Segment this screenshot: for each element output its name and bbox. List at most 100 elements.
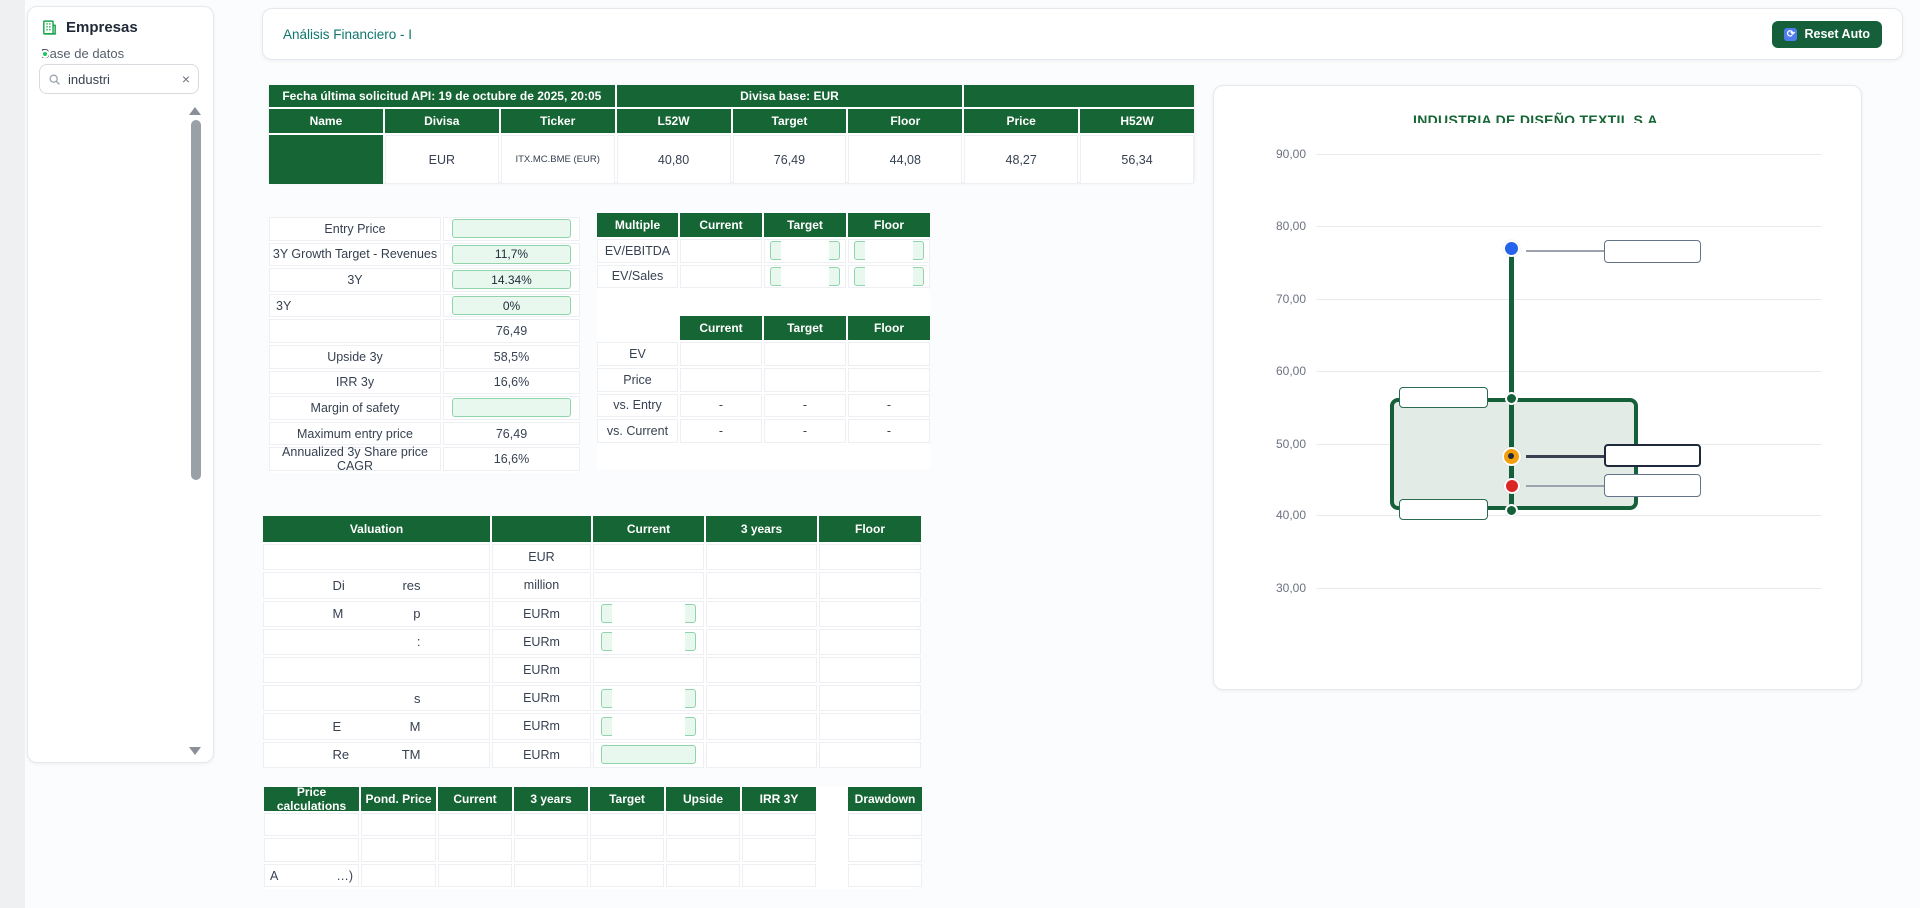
l52w-point[interactable]: [1505, 504, 1518, 517]
gridline: [1316, 515, 1821, 516]
scroll-down-icon[interactable]: [189, 747, 201, 755]
api-date-header: Fecha última solicitud API: 19 de octubr…: [269, 85, 615, 107]
multiples-header2: Floor: [848, 316, 930, 340]
multiples-table: Multiple Current Target Floor EV/EBITDA …: [597, 213, 928, 470]
target-point[interactable]: [1503, 240, 1520, 257]
gridline: [1316, 371, 1821, 372]
company-search[interactable]: ×: [39, 64, 199, 94]
valuation-row-label-masked: Dires: [263, 572, 490, 598]
ev-row-label: EV: [597, 342, 678, 366]
l52w-label-box[interactable]: [1399, 499, 1488, 520]
quote-target: 76,49: [733, 135, 847, 184]
irr-3y-value: 16,6%: [443, 371, 580, 395]
target-label-box[interactable]: [1604, 240, 1701, 263]
ev-sales-floor-input[interactable]: [854, 267, 924, 286]
price-label-box-selected[interactable]: [1604, 444, 1701, 467]
quote-table: Fecha última solicitud API: 19 de octubr…: [269, 85, 1194, 182]
database-status: Base de datos: [28, 36, 213, 61]
valuation-current-header: Current: [593, 516, 704, 542]
base-currency-header: Divisa base: EUR: [617, 85, 963, 107]
floor-label-box[interactable]: [1604, 474, 1701, 497]
scroll-up-icon[interactable]: [189, 107, 201, 115]
y-tick: 60,00: [1254, 364, 1306, 378]
unit-label: EURm: [492, 601, 591, 627]
unit-label: EURm: [492, 713, 591, 739]
quote-ticker: ITX.MC.BME (EUR): [501, 135, 615, 184]
assumption-label: Maximum entry price: [269, 422, 441, 446]
ev-sales-label: EV/Sales: [597, 265, 678, 289]
current-price-point[interactable]: [1502, 447, 1521, 466]
unit-label: EUR: [492, 544, 591, 570]
valuation-row-label-masked: EM: [263, 713, 490, 739]
floor-connector-line: [1526, 485, 1604, 487]
upside-3y-value: 58,5%: [443, 345, 580, 369]
col-header-h52w: H52W: [1080, 109, 1194, 133]
assumption-label: Margin of safety: [269, 396, 441, 420]
col-header-ticker: Ticker: [501, 109, 615, 133]
valuation-row-label-masked: s: [263, 685, 490, 711]
col-header-price: Price: [964, 109, 1078, 133]
valuation-revenues-input[interactable]: [601, 745, 697, 764]
pc-row-label-masked: A…): [264, 864, 359, 888]
assumption-label: Upside 3y: [269, 345, 441, 369]
ev-ebitda-floor-input[interactable]: [854, 241, 924, 260]
y-tick: 70,00: [1254, 292, 1306, 306]
target-price-value: 76,49: [443, 319, 580, 343]
y-tick: 90,00: [1254, 147, 1306, 161]
pc-header-drawdown: Drawdown: [848, 787, 922, 811]
valuation-current-input[interactable]: [601, 717, 697, 736]
pc-header: IRR 3Y: [742, 787, 816, 811]
valuation-current-input[interactable]: [601, 689, 697, 708]
assumption-label: IRR 3y: [269, 371, 441, 395]
search-input[interactable]: [68, 72, 175, 87]
ev-ebitda-target-input[interactable]: [770, 241, 840, 260]
valuation-current-input[interactable]: [601, 604, 697, 623]
gridline: [1316, 588, 1821, 589]
ev-sales-target-input[interactable]: [770, 267, 840, 286]
ev-ebitda-label: EV/EBITDA: [597, 239, 678, 263]
meta-right-header: [964, 85, 1194, 107]
unit-label: EURm: [492, 629, 591, 655]
assumption-label: 3Y: [269, 268, 441, 292]
margin-3y-input[interactable]: 14.34%: [452, 270, 571, 289]
quote-l52w: 40,80: [617, 135, 731, 184]
multiples-header2: [597, 316, 678, 340]
growth-target-input[interactable]: 11,7%: [452, 245, 571, 264]
pc-header: Current: [438, 787, 512, 811]
margin-of-safety-input[interactable]: [452, 398, 571, 417]
multiples-header: Floor: [848, 213, 930, 237]
valuation-3years-header: 3 years: [706, 516, 817, 542]
valuation-current-input[interactable]: [601, 632, 697, 651]
rate-3y-input[interactable]: 0%: [452, 296, 571, 315]
page-topbar: Análisis Financiero - I ⟳ Reset Auto: [262, 8, 1903, 60]
clear-search-icon[interactable]: ×: [182, 72, 190, 86]
price-connector-line: [1526, 455, 1604, 458]
quote-price: 48,27: [964, 135, 1078, 184]
refresh-icon: ⟳: [1784, 28, 1797, 41]
quote-floor: 44,08: [848, 135, 962, 184]
y-tick: 40,00: [1254, 508, 1306, 522]
h52w-label-box[interactable]: [1399, 387, 1488, 408]
col-header-divisa: Divisa: [385, 109, 499, 133]
reset-auto-button[interactable]: ⟳ Reset Auto: [1772, 21, 1882, 48]
database-label: Base de datos: [41, 46, 124, 61]
floor-point[interactable]: [1504, 478, 1520, 494]
pc-header: Target: [590, 787, 664, 811]
unit-label: EURm: [492, 742, 591, 768]
vs-entry-label: vs. Entry: [597, 394, 678, 418]
unit-label: million: [492, 572, 591, 598]
building-icon: [41, 19, 58, 36]
assumption-label: 3Y: [269, 294, 441, 318]
scrollbar-thumb[interactable]: [191, 120, 201, 480]
assumption-label: [269, 319, 441, 343]
unit-label: EURm: [492, 685, 591, 711]
max-entry-price-value: 76,49: [443, 422, 580, 446]
col-header-l52w: L52W: [617, 109, 731, 133]
quote-divisa: EUR: [385, 135, 499, 184]
h52w-point[interactable]: [1505, 392, 1518, 405]
valuation-header: Valuation: [263, 516, 490, 542]
gridline: [1316, 226, 1821, 227]
entry-price-input[interactable]: [452, 219, 571, 238]
multiples-header: Multiple: [597, 213, 678, 237]
vs-current-label: vs. Current: [597, 419, 678, 443]
